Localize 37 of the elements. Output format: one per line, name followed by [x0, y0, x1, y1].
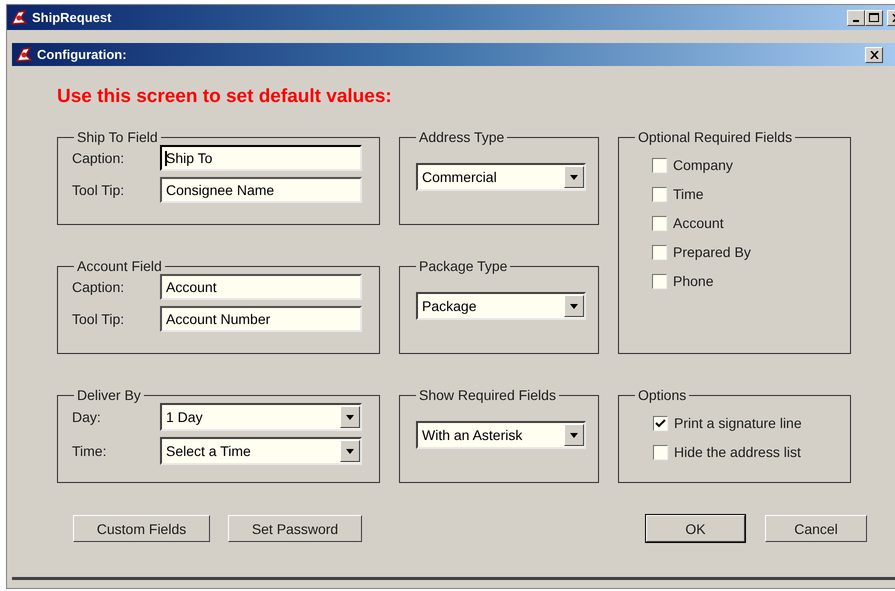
field-label: Day:: [72, 409, 102, 425]
heading: Use this screen to set default values:: [57, 86, 393, 108]
field-label: Caption:: [72, 279, 126, 295]
dropdown[interactable]: With an Asterisk: [416, 421, 586, 449]
dropdown[interactable]: Select a Time: [160, 437, 362, 465]
text-field[interactable]: Account: [160, 274, 362, 300]
checkbox-label: Print a signature line: [674, 415, 802, 431]
text-field[interactable]: Account Number: [160, 306, 362, 332]
text-field[interactable]: Ship To: [160, 145, 362, 171]
group-title: Options: [637, 387, 688, 403]
window-title: ShipRequest: [32, 10, 112, 25]
ok-button[interactable]: OK: [646, 515, 745, 542]
dropdown[interactable]: Package: [416, 292, 586, 320]
field-label: Tool Tip:: [72, 311, 126, 327]
field-label: Tool Tip:: [72, 182, 126, 198]
group-title: Show Required Fields: [418, 387, 557, 403]
group-title: Account Field: [76, 258, 163, 274]
group-title: Address Type: [418, 129, 506, 145]
dialog-button[interactable]: Set Password: [228, 515, 362, 542]
field-label: Caption:: [72, 150, 126, 166]
field-label: Time:: [72, 443, 108, 459]
checkbox-label: Company: [673, 157, 733, 173]
group-title: Ship To Field: [76, 129, 159, 145]
cancel-button[interactable]: Cancel: [765, 515, 867, 542]
checkbox-label: Time: [673, 186, 704, 202]
text-field[interactable]: Consignee Name: [160, 177, 362, 203]
group-title: Deliver By: [76, 387, 142, 403]
dropdown[interactable]: 1 Day: [160, 403, 362, 431]
group-title: Package Type: [418, 258, 508, 274]
checkbox-label: Phone: [673, 273, 714, 289]
checkbox-label: Prepared By: [673, 244, 751, 260]
checkbox-label: Hide the address list: [674, 444, 801, 460]
dialog-button[interactable]: Custom Fields: [73, 515, 210, 542]
dropdown[interactable]: Commercial: [416, 163, 586, 191]
group-title: Optional Required Fields: [637, 129, 794, 145]
dialog-title: Configuration:: [37, 47, 128, 62]
checkbox-label: Account: [673, 215, 724, 231]
